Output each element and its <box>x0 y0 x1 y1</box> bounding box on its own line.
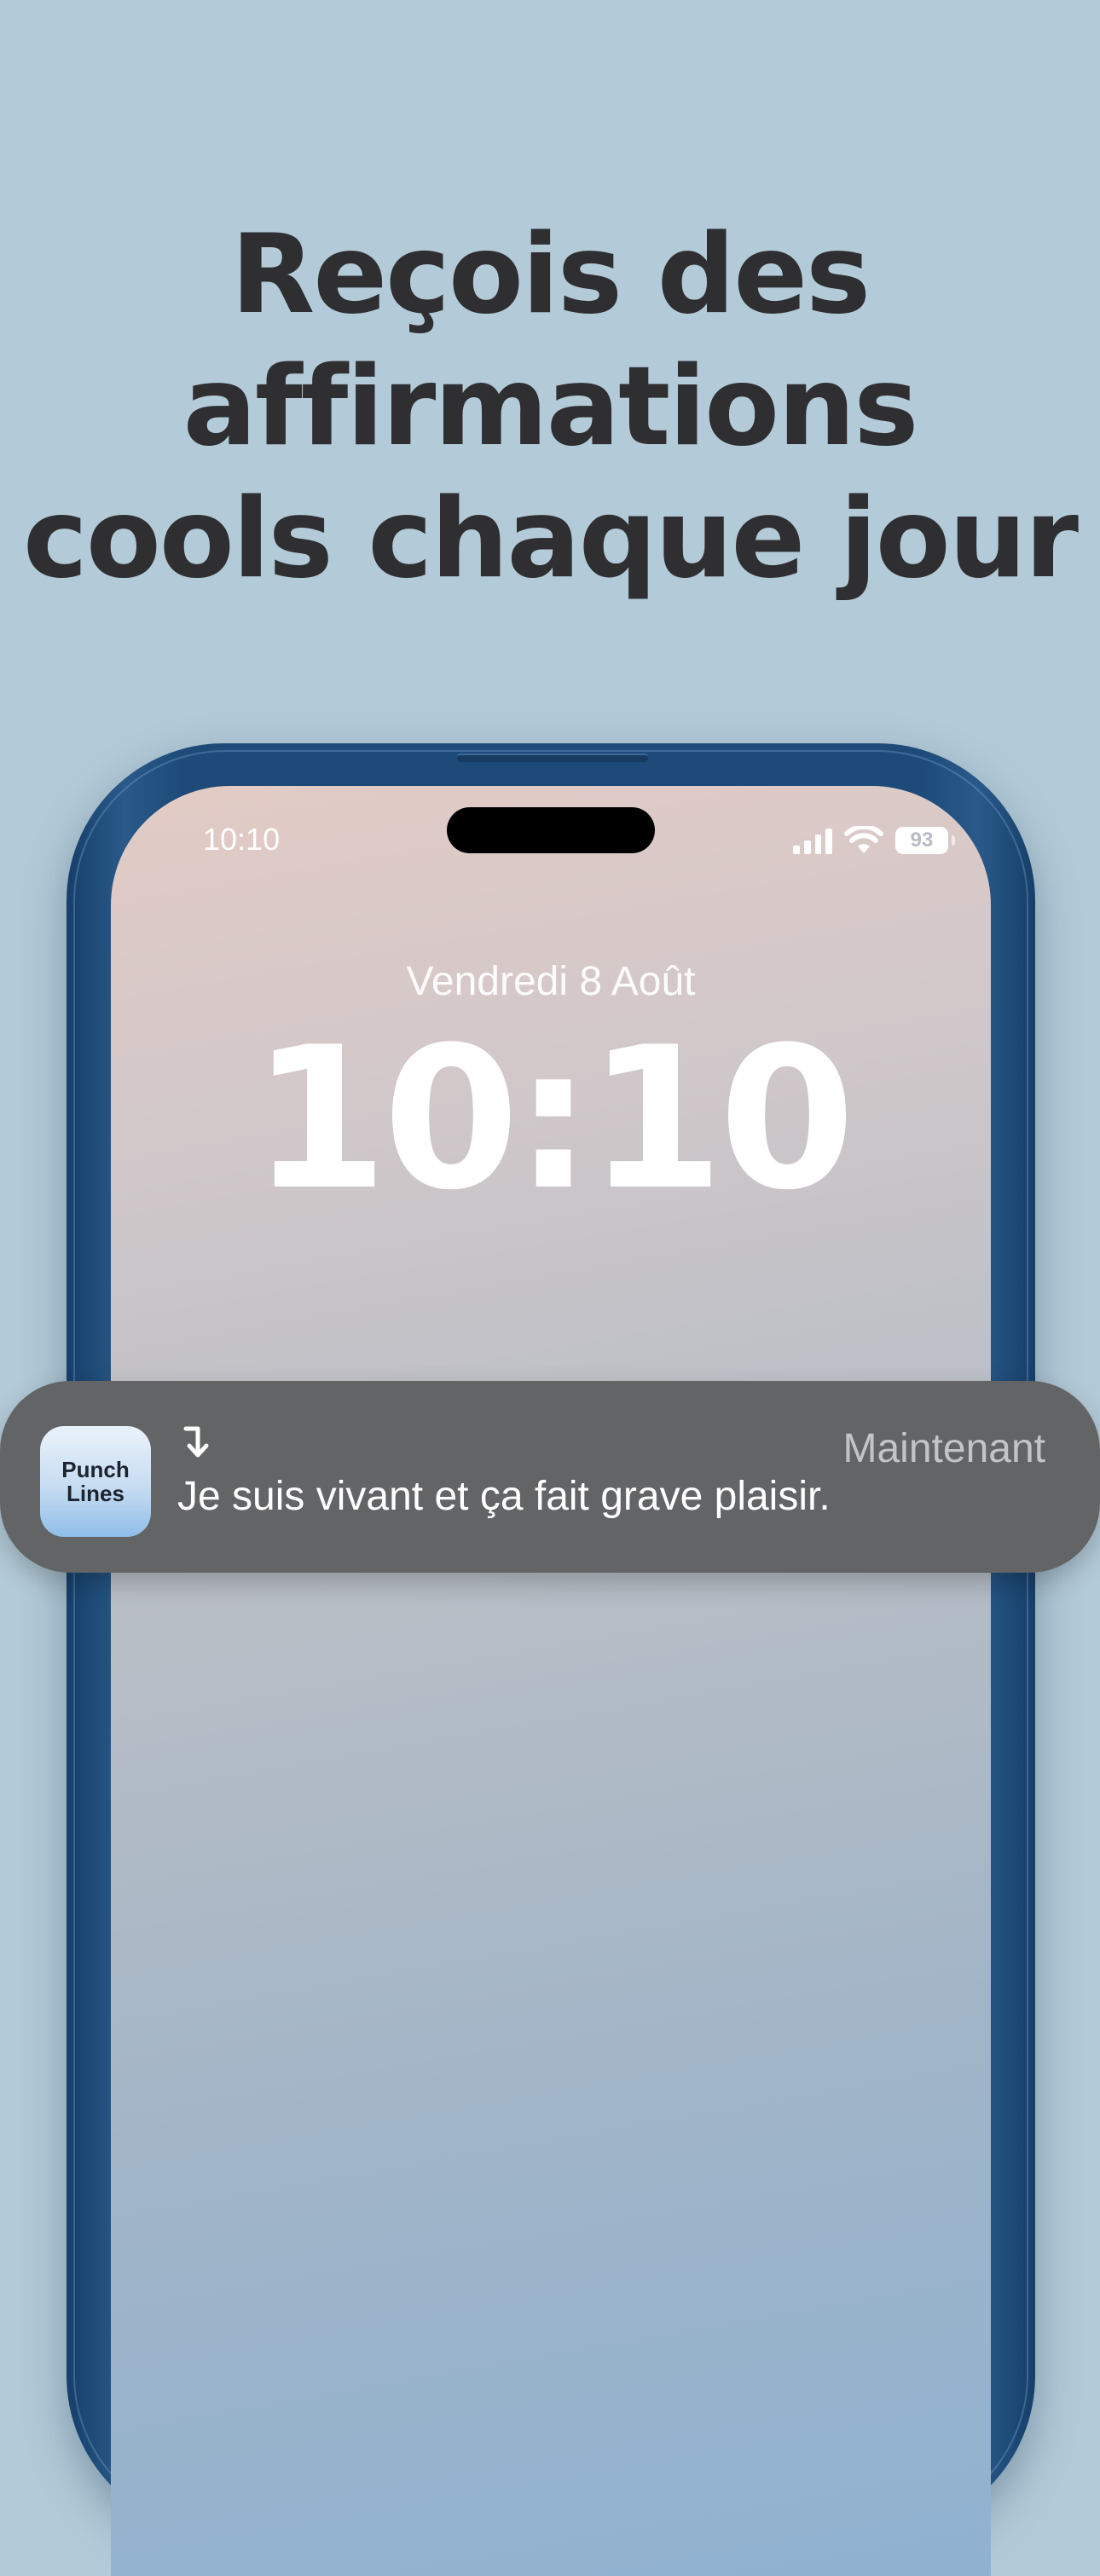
lock-screen-clock: 10:10 <box>251 1006 855 1233</box>
status-bar-indicators: 93 <box>793 823 955 858</box>
headline-line-3: cools chaque jour <box>23 476 1079 603</box>
punch-lines-app-icon: Punch Lines <box>40 1426 151 1537</box>
notification-banner[interactable]: Punch Lines Maintenant Je suis vivant et… <box>0 1381 1100 1573</box>
battery-level: 93 <box>910 829 934 852</box>
wifi-icon <box>844 826 883 853</box>
dynamic-island <box>447 807 655 853</box>
headline-line-1: Reçois des <box>230 211 871 338</box>
phone-frame: 10:10 93 Vendredi 8 Août 10:10 <box>67 743 1035 2576</box>
notification-message: Je suis vivant et ça fait grave plaisir. <box>177 1474 831 1519</box>
lock-screen: 10:10 93 Vendredi 8 Août 10:10 <box>111 786 991 2576</box>
headline-line-2: affirmations <box>182 344 919 471</box>
status-bar-time: 10:10 <box>203 822 281 857</box>
headline: Reçois des affirmations cools chaque jou… <box>0 209 1100 605</box>
cellular-signal-icon <box>793 827 832 854</box>
arrow-down-return-icon <box>183 1426 209 1458</box>
battery-icon: 93 <box>895 827 955 854</box>
app-icon-text-line-1: Punch <box>61 1457 130 1482</box>
notification-timestamp: Maintenant <box>842 1426 1046 1471</box>
app-icon-text-line-2: Lines <box>67 1481 124 1506</box>
earpiece-speaker <box>457 754 648 762</box>
lock-screen-date: Vendredi 8 Août <box>406 959 696 1004</box>
